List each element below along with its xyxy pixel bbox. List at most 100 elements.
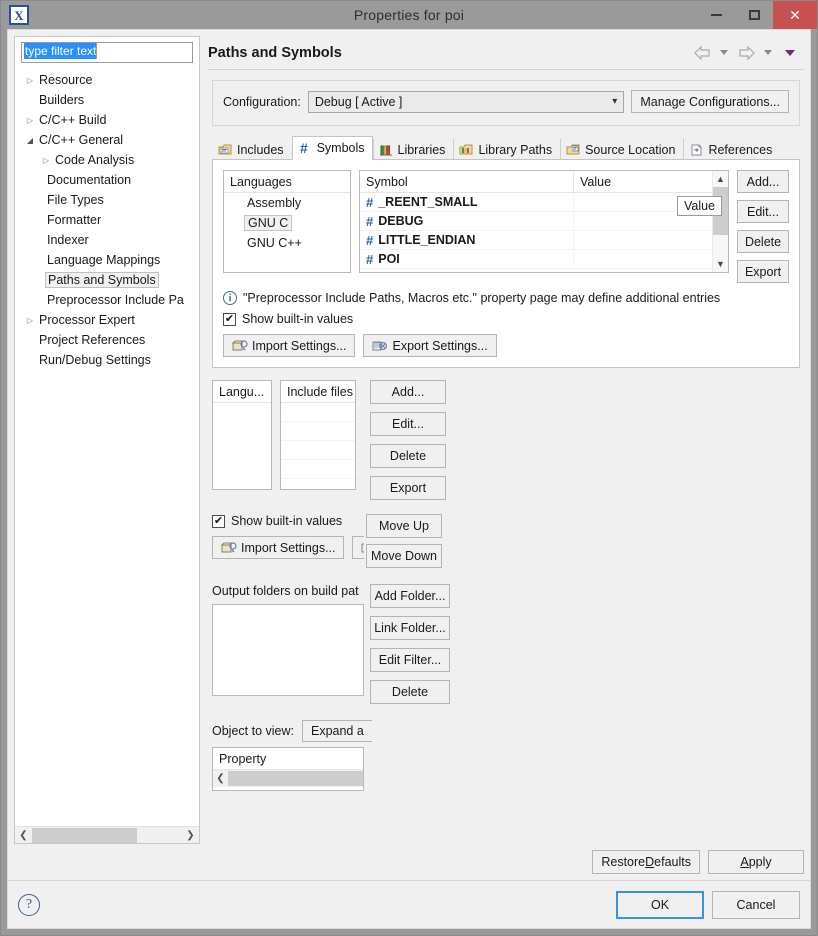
list-item[interactable] — [281, 460, 355, 479]
tab-libraries[interactable]: Libraries — [372, 138, 454, 160]
sidebar-item-formatter[interactable]: Formatter — [15, 210, 199, 230]
include-show-builtin-checkbox[interactable]: ✔ — [212, 514, 225, 528]
sidebar-item-c-c-general[interactable]: ◢ C/C++ General — [15, 130, 199, 150]
minimize-button[interactable] — [697, 1, 735, 29]
include-import-settings-button[interactable]: Import Settings... — [212, 536, 345, 559]
symbols-languages-list[interactable]: Languages Assembly GNU C GNU C++ — [223, 170, 351, 273]
forward-arrow-icon[interactable] — [736, 43, 756, 63]
include-show-builtin-row[interactable]: ✔ Show built-in values — [212, 514, 362, 528]
sidebar-item-code-analysis[interactable]: ▷ Code Analysis — [15, 150, 199, 170]
include-edit-button[interactable]: Edit... — [370, 412, 446, 436]
table-row[interactable]: # LITTLE_ENDIAN — [360, 231, 712, 250]
tab-library-paths[interactable]: Library Paths — [453, 138, 561, 160]
help-icon[interactable]: ? — [18, 893, 40, 916]
scroll-down-icon[interactable]: ▼ — [713, 256, 728, 272]
symbol-column-header[interactable]: Symbol — [360, 171, 574, 192]
include-export-button[interactable]: Export — [370, 476, 446, 500]
tab-includes[interactable]: Includes — [212, 138, 292, 160]
sidebar-item-preprocessor-include-pa[interactable]: Preprocessor Include Pa — [15, 290, 199, 310]
back-menu-chevron-down-icon[interactable] — [714, 43, 734, 63]
symbols-export-settings-button[interactable]: Export Settings... — [363, 334, 497, 357]
table-row[interactable]: # DEBUG — [360, 212, 712, 231]
symbols-show-builtin-checkbox[interactable]: ✔ — [223, 312, 236, 326]
ok-button[interactable]: OK — [616, 890, 704, 919]
sidebar-item-indexer[interactable]: Indexer — [15, 230, 199, 250]
list-item[interactable] — [281, 403, 355, 422]
tab-source-location[interactable]: Source Location — [560, 138, 684, 160]
language-item[interactable]: GNU C++ — [224, 233, 350, 253]
language-item[interactable]: GNU C — [224, 213, 350, 233]
restore-defaults-button[interactable]: Restore Defaults — [592, 850, 700, 874]
forward-menu-chevron-down-icon[interactable] — [758, 43, 778, 63]
sidebar-item-resource[interactable]: ▷ Resource — [15, 70, 199, 90]
sidebar-item-c-c-build[interactable]: ▷ C/C++ Build — [15, 110, 199, 130]
chevron-down-icon[interactable]: ◢ — [23, 136, 37, 145]
table-row[interactable]: # POI — [360, 250, 712, 269]
symbols-vertical-scrollbar[interactable]: ▲ ▼ — [712, 171, 728, 272]
symbols-edit-button[interactable]: Edit... — [737, 200, 789, 223]
symbols-import-settings-button[interactable]: Import Settings... — [223, 334, 356, 357]
cancel-button[interactable]: Cancel — [712, 890, 800, 919]
apply-button[interactable]: Apply — [708, 850, 804, 874]
configuration-select[interactable]: Debug [ Active ] ▾ — [307, 90, 625, 113]
tree-scroll-track[interactable] — [32, 826, 182, 843]
page-menu-chevron-down-icon[interactable] — [780, 43, 800, 63]
close-button[interactable]: ✕ — [773, 1, 817, 29]
output-edit-filter-button[interactable]: Edit Filter... — [370, 648, 450, 672]
scroll-up-icon[interactable]: ▲ — [713, 171, 728, 187]
chevron-right-icon[interactable]: ▷ — [23, 76, 37, 85]
sidebar-item-language-mappings[interactable]: Language Mappings — [15, 250, 199, 270]
symbols-table[interactable]: Symbol Value # _REENT_SMALL # DEBUG # LITTLE_… — [359, 170, 729, 273]
maximize-button[interactable] — [735, 1, 773, 29]
value-column-header[interactable]: Value — [574, 171, 712, 192]
output-add-folder-button[interactable]: Add Folder... — [370, 584, 450, 608]
scroll-left-icon[interactable]: ❮ — [15, 826, 32, 843]
symbols-add-button[interactable]: Add... — [737, 170, 789, 193]
search-input[interactable]: type filter text — [21, 42, 193, 63]
sidebar-item-builders[interactable]: Builders — [15, 90, 199, 110]
include-delete-button[interactable]: Delete — [370, 444, 446, 468]
symbol-name: POI — [378, 252, 400, 266]
chevron-right-icon[interactable]: ▷ — [39, 156, 53, 165]
symbols-show-builtin-row[interactable]: ✔ Show built-in values — [223, 312, 789, 326]
sidebar-item-label: Preprocessor Include Pa — [47, 293, 184, 307]
scroll-right-icon[interactable]: ❯ — [182, 826, 199, 843]
include-add-button[interactable]: Add... — [370, 380, 446, 404]
chevron-right-icon[interactable]: ▷ — [23, 316, 37, 325]
include-export-settings-button[interactable]: Export Settings... — [352, 536, 364, 559]
tab-symbols[interactable]: # Symbols — [291, 136, 373, 160]
property-column-header[interactable]: Property — [213, 748, 363, 770]
sidebar-item-run-debug-settings[interactable]: Run/Debug Settings — [15, 350, 199, 370]
move-up-button[interactable]: Move Up — [366, 514, 442, 538]
tree-horizontal-scrollbar[interactable]: ❮ ❯ — [15, 826, 199, 843]
sidebar-item-documentation[interactable]: Documentation — [15, 170, 199, 190]
output-folders-list[interactable] — [212, 604, 364, 696]
tab-references[interactable]: References — [683, 138, 781, 160]
output-delete-button[interactable]: Delete — [370, 680, 450, 704]
chevron-right-icon[interactable]: ▷ — [23, 116, 37, 125]
property-horizontal-scrollbar[interactable]: ❮ — [213, 770, 363, 787]
tree-scroll-thumb[interactable] — [32, 827, 137, 843]
move-down-button[interactable]: Move Down — [366, 544, 442, 568]
scroll-left-icon[interactable]: ❮ — [213, 773, 228, 784]
symbols-delete-button[interactable]: Delete — [737, 230, 789, 253]
sidebar-item-processor-expert[interactable]: ▷ Processor Expert — [15, 310, 199, 330]
sidebar-item-project-references[interactable]: Project References — [15, 330, 199, 350]
sidebar-item-paths-and-symbols[interactable]: Paths and Symbols — [15, 270, 199, 290]
hash-icon: # — [366, 213, 374, 229]
language-item[interactable]: Assembly — [224, 193, 350, 213]
back-arrow-icon[interactable] — [692, 43, 712, 63]
property-table[interactable]: Property ❮ — [212, 747, 364, 791]
manage-configurations-button[interactable]: Manage Configurations... — [631, 90, 789, 113]
symbols-export-button[interactable]: Export — [737, 260, 789, 283]
property-scroll-thumb[interactable] — [228, 771, 363, 786]
table-row[interactable]: # _REENT_SMALL — [360, 193, 712, 212]
output-link-folder-button[interactable]: Link Folder... — [370, 616, 450, 640]
list-item[interactable] — [281, 441, 355, 460]
svg-text:#: # — [300, 141, 308, 155]
include-languages-list[interactable]: Langu... — [212, 380, 272, 490]
sidebar-item-file-types[interactable]: File Types — [15, 190, 199, 210]
list-item[interactable] — [281, 422, 355, 441]
expand-all-button[interactable]: Expand a — [301, 720, 372, 742]
include-files-list[interactable]: Include files — [280, 380, 356, 490]
